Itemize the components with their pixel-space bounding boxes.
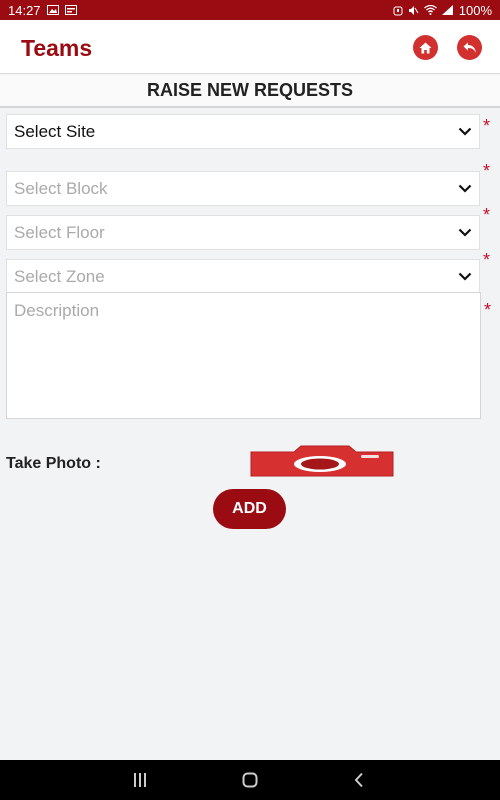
recent-apps-icon[interactable]: [133, 772, 147, 788]
status-time: 14:27: [8, 2, 41, 18]
zone-required-mark: *: [483, 250, 491, 270]
block-select-placeholder: Select Block: [14, 178, 108, 198]
alarm-icon: [393, 6, 403, 15]
floor-required-mark: *: [483, 205, 491, 225]
floor-select[interactable]: Select Floor: [6, 215, 480, 250]
zone-select-placeholder: Select Zone: [14, 266, 105, 286]
status-bar: 14:27 100%: [0, 0, 500, 20]
home-button[interactable]: [413, 35, 438, 60]
battery-percent: 100%: [458, 2, 492, 18]
section-title: RAISE NEW REQUESTS: [0, 75, 500, 108]
floor-select-placeholder: Select Floor: [14, 222, 105, 242]
site-select[interactable]: Select Site: [6, 114, 480, 149]
chevron-down-icon: [458, 184, 472, 193]
description-textarea[interactable]: Description: [6, 292, 481, 419]
block-required-mark: *: [483, 161, 491, 181]
app-title: Teams: [21, 35, 93, 61]
chevron-down-icon: [458, 228, 472, 237]
site-required-mark: *: [483, 116, 491, 136]
zone-select[interactable]: Select Zone: [6, 259, 480, 294]
image-notification-icon: [46, 5, 59, 15]
app-bar: Teams: [0, 20, 500, 74]
add-button[interactable]: ADD: [213, 489, 286, 529]
signal-icon: [441, 5, 453, 15]
description-placeholder: Description: [14, 301, 100, 320]
description-required-mark: *: [484, 300, 492, 320]
take-photo-label: Take Photo :: [6, 455, 101, 472]
chevron-down-icon: [458, 127, 472, 136]
camera-button[interactable]: [249, 444, 395, 478]
message-notification-icon: [64, 5, 77, 15]
camera-icon: [250, 445, 394, 477]
back-nav-icon[interactable]: [353, 772, 365, 788]
wifi-icon: [423, 5, 437, 15]
block-select[interactable]: Select Block: [6, 171, 480, 206]
chevron-down-icon: [458, 272, 472, 281]
reply-icon: [463, 42, 476, 53]
back-button[interactable]: [457, 35, 482, 60]
home-nav-icon[interactable]: [242, 772, 258, 788]
mute-icon: [408, 5, 419, 15]
site-select-value: Select Site: [14, 121, 96, 141]
navigation-bar: [0, 760, 500, 800]
home-icon: [419, 42, 432, 53]
